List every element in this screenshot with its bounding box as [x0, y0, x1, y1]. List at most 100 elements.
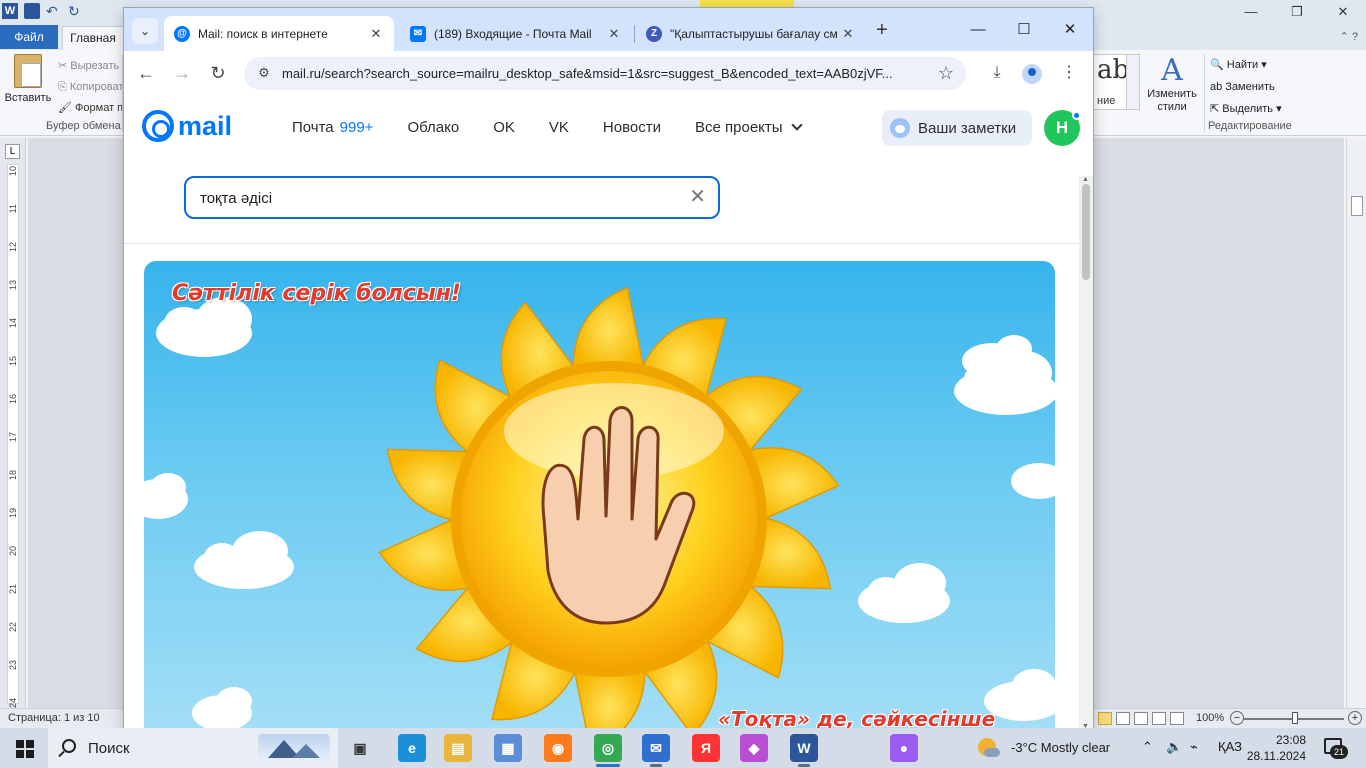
tab-mail-search[interactable]: @ Mail: поиск в интернете ✕	[164, 16, 394, 51]
url-text[interactable]: mail.ru/search?search_source=mailru_desk…	[282, 66, 893, 81]
clipboard-group-label: Буфер обмена	[46, 120, 121, 132]
browser-close-button[interactable]: ✕	[1047, 8, 1093, 51]
language-indicator[interactable]: ҚАЗ	[1218, 739, 1242, 754]
chrome-taskbar-icon[interactable]: ◎	[594, 734, 622, 767]
word-minimize-button[interactable]: —	[1228, 0, 1274, 24]
nav-ok[interactable]: OK	[493, 119, 515, 136]
weather-icon[interactable]	[976, 738, 1000, 758]
clear-search-icon[interactable]: ✕	[689, 186, 706, 208]
search-query[interactable]: тоқта әдісі	[200, 190, 272, 207]
edge-taskbar-icon[interactable]: e	[398, 734, 426, 762]
nav-oblako[interactable]: Облако	[407, 119, 459, 136]
tray-overflow-icon[interactable]: ⌃	[1142, 739, 1153, 755]
image-result[interactable]: Сәттілік серік болсын! «Тоқта» де, сәйке…	[144, 261, 1055, 730]
web-view-button[interactable]	[1134, 712, 1148, 725]
tab-mail-inbox[interactable]: ✉ (189) Входящие - Почта Mail ✕	[400, 16, 632, 51]
editing-commands: 🔍 Найти ▾ ab Заменить ⇱ Выделить ▾	[1210, 54, 1282, 120]
clock-time: 23:08	[1275, 733, 1306, 747]
find-button[interactable]: 🔍 Найти ▾	[1210, 54, 1282, 76]
style-gallery-scroll[interactable]	[1126, 54, 1140, 110]
zoom-out-button[interactable]: −	[1230, 711, 1244, 725]
zoom-slider-knob[interactable]	[1292, 712, 1298, 724]
search-input[interactable]: тоқта әдісі ✕	[184, 176, 720, 219]
notification-count: 21	[1330, 745, 1348, 759]
zoom-level[interactable]: 100%	[1196, 712, 1224, 724]
replace-button[interactable]: ab Заменить	[1210, 76, 1282, 98]
network-icon[interactable]: ⌁	[1190, 739, 1198, 755]
tab-selector[interactable]: L	[5, 144, 20, 159]
change-styles-button[interactable]: A Изменить стили	[1144, 54, 1200, 114]
mail-taskbar-icon[interactable]: ✉	[642, 734, 670, 767]
bookmark-star-icon[interactable]: ☆	[938, 63, 954, 84]
ruler-number: 21	[8, 584, 18, 595]
browser-menu-icon[interactable]: ⋮	[1058, 63, 1080, 83]
microsoft-store-taskbar-icon[interactable]: ▦	[494, 734, 522, 762]
forward-button[interactable]: →	[172, 63, 192, 83]
downloads-icon[interactable]: ⤓	[986, 63, 1008, 83]
scroll-thumb[interactable]	[1351, 196, 1363, 216]
nav-pochta[interactable]: Почта 999+	[292, 119, 373, 136]
mail-search-page: mail Почта 999+ Облако OK VK Новости Все …	[124, 96, 1093, 730]
page-scrollbar[interactable]: ▲ ▼	[1079, 176, 1093, 730]
alice-taskbar-icon[interactable]: ●	[890, 734, 918, 762]
close-tab-icon[interactable]: ✕	[368, 26, 384, 42]
close-tab-icon[interactable]: ✕	[606, 26, 622, 42]
user-avatar[interactable]: Н	[1044, 110, 1081, 146]
word-home-tab[interactable]: Главная	[62, 26, 124, 50]
word-close-button[interactable]: ✕	[1320, 0, 1366, 24]
clock[interactable]: 23:08 28.11.2024	[1246, 732, 1306, 764]
change-styles-icon: A	[1161, 53, 1183, 88]
app-purple-taskbar-icon[interactable]: ◆	[740, 734, 768, 762]
notification-center-button[interactable]: 21	[1322, 736, 1348, 760]
tab-assessment[interactable]: Z "Қалыптастырушы бағалау см ✕	[636, 16, 866, 51]
nav-all-projects[interactable]: Все проекты	[695, 119, 803, 136]
word-file-tab[interactable]: Файл	[0, 25, 58, 49]
scroll-up-icon[interactable]: ▲	[1082, 176, 1089, 183]
ruler-number: 24	[8, 698, 18, 709]
ruler-number: 19	[8, 508, 18, 519]
firefox-taskbar-icon[interactable]: ◉	[544, 734, 572, 762]
collapse-ribbon-icon[interactable]: ⌃	[1340, 31, 1349, 43]
close-tab-icon[interactable]: ✕	[840, 26, 856, 42]
new-tab-button[interactable]: +	[876, 20, 888, 40]
back-button[interactable]: ←	[136, 63, 156, 83]
page-scroll-thumb[interactable]	[1082, 184, 1090, 280]
address-bar[interactable]: ⚙ mail.ru/search?search_source=mailru_de…	[244, 57, 966, 90]
paste-button[interactable]: Вставить	[4, 54, 52, 104]
page-count[interactable]: Страница: 1 из 10	[8, 712, 100, 724]
mail-logo[interactable]: mail	[142, 110, 232, 142]
reading-view-button[interactable]	[1116, 712, 1130, 725]
nav-vk[interactable]: VK	[549, 119, 569, 136]
reload-button[interactable]: ↻	[208, 63, 228, 83]
sun-ray	[572, 286, 646, 375]
task-view-taskbar-icon[interactable]: ▣	[346, 734, 374, 762]
ruler-number: 18	[8, 470, 18, 481]
zoom-in-button[interactable]: +	[1348, 711, 1362, 725]
search-highlight-image	[258, 734, 330, 762]
word-restore-button[interactable]: ❐	[1274, 0, 1320, 24]
tab-strip: ⌄ @ Mail: поиск в интернете ✕ ✉ (189) Вх…	[124, 8, 1093, 51]
draft-view-button[interactable]	[1170, 712, 1184, 725]
word-taskbar-icon[interactable]: W	[790, 734, 818, 767]
taskbar-search[interactable]: Поиск	[48, 728, 338, 768]
save-icon[interactable]	[24, 3, 40, 19]
nav-news[interactable]: Новости	[603, 119, 661, 136]
tab-search-button[interactable]: ⌄	[132, 18, 158, 44]
print-layout-view-button[interactable]	[1098, 712, 1112, 725]
browser-minimize-button[interactable]: —	[955, 8, 1001, 51]
site-info-icon[interactable]: ⚙	[256, 65, 272, 81]
start-button[interactable]	[16, 740, 34, 758]
file-explorer-taskbar-icon[interactable]: ▤	[444, 734, 472, 762]
outline-view-button[interactable]	[1152, 712, 1166, 725]
help-icon[interactable]: ?	[1352, 31, 1358, 43]
notes-button[interactable]: Ваши заметки	[882, 110, 1032, 146]
volume-icon[interactable]: 🔈	[1166, 739, 1182, 755]
profile-avatar-icon[interactable]	[1022, 64, 1042, 84]
select-button[interactable]: ⇱ Выделить ▾	[1210, 98, 1282, 120]
browser-maximize-button[interactable]: ☐	[1001, 8, 1047, 51]
word-vertical-scrollbar[interactable]	[1346, 138, 1366, 708]
yandex-taskbar-icon[interactable]: Я	[692, 734, 720, 762]
undo-icon[interactable]: ↶	[46, 3, 62, 19]
redo-icon[interactable]: ↻	[68, 3, 84, 19]
weather-widget[interactable]: -3°C Mostly clear	[1011, 740, 1110, 755]
